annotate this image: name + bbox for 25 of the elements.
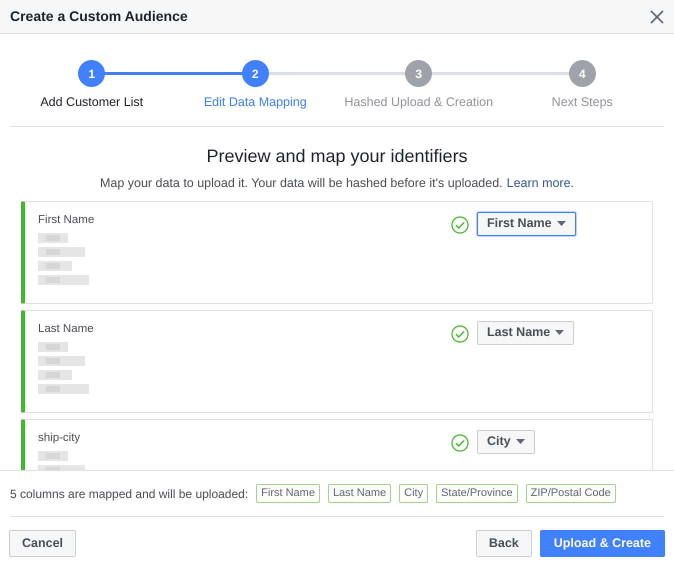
section-heading: Preview and map your identifiers xyxy=(206,144,468,168)
field-dropdown[interactable]: City xyxy=(477,430,535,454)
mapped-field-tag: State/Province xyxy=(436,484,518,503)
mapped-field-tag: First Name xyxy=(256,484,320,503)
close-icon[interactable] xyxy=(650,10,664,24)
caret-icon xyxy=(555,330,564,335)
window-title: Create a Custom Audience xyxy=(10,7,188,26)
subtitle-text: Map your data to upload it. Your data will be hashed before it's uploaded. xyxy=(100,174,503,192)
column-header: Last Name xyxy=(38,322,95,336)
learn-more-link[interactable]: Learn more. xyxy=(506,174,574,192)
column-header: First Name xyxy=(38,212,96,228)
caret-icon xyxy=(516,439,525,444)
step-label[interactable]: Edit Data Mapping xyxy=(204,93,307,112)
summary-text: 5 columns are mapped and will be uploaded: xyxy=(10,486,248,502)
step-label[interactable]: Add Customer List xyxy=(40,93,144,112)
mapped-field-tag: City xyxy=(399,484,428,503)
column-header: ship-city xyxy=(38,430,82,446)
back-button[interactable]: Back xyxy=(476,530,532,556)
caret-icon xyxy=(556,221,566,226)
mapped-field-tag: Last Name xyxy=(328,484,392,503)
mapped-field-tag: ZIP/Postal Code xyxy=(526,484,616,503)
field-dropdown[interactable]: Last Name xyxy=(477,320,574,344)
upload-create-button[interactable]: Upload & Create xyxy=(540,530,665,556)
cancel-button[interactable]: Cancel xyxy=(9,530,76,556)
field-dropdown[interactable]: First Name xyxy=(477,212,576,236)
